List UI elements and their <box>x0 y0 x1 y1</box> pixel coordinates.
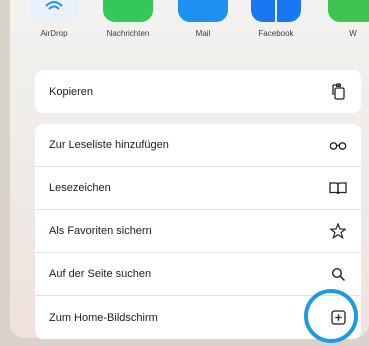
action-add-favorites[interactable]: Als Favoriten sichern <box>35 210 361 253</box>
search-icon <box>329 265 347 283</box>
share-app-airdrop[interactable]: AirDrop <box>23 0 85 38</box>
messages-icon <box>103 0 153 22</box>
share-app-label: Nachrichten <box>106 29 150 38</box>
glasses-icon <box>329 136 347 154</box>
mail-icon <box>178 0 228 22</box>
add-square-icon <box>329 309 347 327</box>
book-icon <box>329 179 347 197</box>
action-label: Als Favoriten sichern <box>49 225 152 237</box>
share-app-more[interactable]: W <box>322 0 369 38</box>
share-app-label: W <box>349 29 357 38</box>
action-label: Auf der Seite suchen <box>49 268 152 280</box>
app-icon <box>328 0 369 22</box>
share-app-mail[interactable]: Mail <box>172 0 234 38</box>
action-add-home-screen[interactable]: Zum Home-Bildschirm <box>35 296 361 339</box>
share-app-facebook[interactable]: Facebook <box>245 0 307 38</box>
action-find-on-page[interactable]: Auf der Seite suchen <box>35 253 361 296</box>
share-sheet: AirDrop Nachrichten Mail Facebook W Kopi… <box>10 0 369 339</box>
action-copy[interactable]: Kopieren <box>35 70 361 113</box>
actions-group-copy: Kopieren <box>35 70 361 113</box>
share-app-label: Mail <box>195 29 211 38</box>
facebook-icon <box>251 0 301 22</box>
action-label: Zur Leseliste hinzufügen <box>49 139 169 151</box>
copy-icon <box>329 82 347 101</box>
action-label: Zum Home-Bildschirm <box>49 311 158 324</box>
airdrop-icon <box>29 0 79 22</box>
share-app-label: Facebook <box>258 29 294 38</box>
share-app-messages[interactable]: Nachrichten <box>97 0 159 38</box>
share-app-label: AirDrop <box>40 29 68 38</box>
action-label: Kopieren <box>49 85 94 98</box>
actions-group-main: Zur Leseliste hinzufügen Lesezeichen Als… <box>35 124 361 339</box>
action-label: Lesezeichen <box>49 182 111 194</box>
action-add-reading-list[interactable]: Zur Leseliste hinzufügen <box>35 124 361 167</box>
share-apps-row: AirDrop Nachrichten Mail Facebook W <box>10 0 369 50</box>
star-icon <box>329 222 347 240</box>
action-bookmark[interactable]: Lesezeichen <box>35 167 361 210</box>
